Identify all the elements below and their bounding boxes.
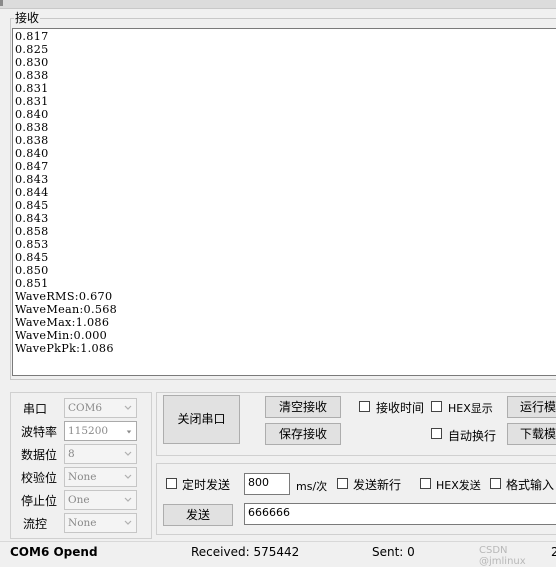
send-text-input[interactable]: 666666 xyxy=(244,503,556,525)
sent-count-status: Sent: 0 xyxy=(372,545,415,559)
send-newline-label: 发送新行 xyxy=(353,478,402,492)
data-bits-select[interactable]: 8 xyxy=(64,444,137,464)
receive-textarea[interactable]: 0.817 0.825 0.830 0.838 0.831 0.831 0.84… xyxy=(12,28,556,376)
auto-newline-label: 自动换行 xyxy=(448,429,497,443)
flow-control-select[interactable]: None xyxy=(64,513,137,533)
close-port-button[interactable]: 关闭串口 xyxy=(163,395,240,444)
hex-display-checkbox[interactable] xyxy=(431,401,442,412)
run-mode-button[interactable]: 运行模 xyxy=(507,396,556,418)
baud-select-value: 115200 xyxy=(68,425,109,437)
port-select[interactable]: COM6 xyxy=(64,398,137,418)
baud-select[interactable]: 115200 xyxy=(64,421,137,441)
port-state-status: COM6 Opend xyxy=(10,545,98,559)
hex-send-checkbox[interactable] xyxy=(420,478,431,489)
send-button[interactable]: 发送 xyxy=(163,504,233,526)
format-input-checkbox[interactable] xyxy=(490,478,501,489)
parity-select[interactable]: None xyxy=(64,467,137,487)
chevron-down-icon xyxy=(124,497,132,502)
clipped-status-char: 2 xyxy=(551,545,556,559)
baud-label: 波特率 xyxy=(21,425,58,439)
download-mode-button[interactable]: 下载模 xyxy=(507,423,556,445)
receive-time-label: 接收时间 xyxy=(376,401,425,415)
port-label: 串口 xyxy=(23,402,48,416)
data-bits-label: 数据位 xyxy=(21,448,58,462)
receive-group-label: 接收 xyxy=(14,9,41,26)
window-top-edge xyxy=(0,0,556,9)
parity-select-value: None xyxy=(68,471,97,483)
received-count-status: Received: 575442 xyxy=(191,545,300,559)
hex-send-label: HEX发送 xyxy=(436,479,481,492)
send-interval-input[interactable]: 800 xyxy=(244,473,290,495)
timed-send-checkbox[interactable] xyxy=(166,478,177,489)
stop-bits-label: 停止位 xyxy=(21,494,58,508)
stop-bits-select-value: One xyxy=(68,494,90,506)
receive-time-checkbox[interactable] xyxy=(359,401,370,412)
interval-unit-label: ms/次 xyxy=(296,480,328,493)
clear-receive-button[interactable]: 清空接收 xyxy=(265,396,341,418)
receive-text: 0.817 0.825 0.830 0.838 0.831 0.831 0.84… xyxy=(15,30,118,355)
auto-newline-checkbox[interactable] xyxy=(431,428,442,439)
chevron-down-icon xyxy=(124,474,132,479)
chevron-down-icon xyxy=(124,451,132,456)
save-receive-button[interactable]: 保存接收 xyxy=(265,423,341,445)
stop-bits-select[interactable]: One xyxy=(64,490,137,510)
format-input-label: 格式输入 xyxy=(506,478,555,492)
flow-control-label: 流控 xyxy=(23,517,48,531)
flow-control-select-value: None xyxy=(68,517,97,529)
window-edge-marker xyxy=(0,0,3,6)
timed-send-label: 定时发送 xyxy=(182,478,231,492)
send-newline-checkbox[interactable] xyxy=(337,478,348,489)
parity-label: 校验位 xyxy=(21,471,58,485)
data-bits-select-value: 8 xyxy=(68,448,75,460)
hex-display-label: HEX显示 xyxy=(448,402,493,415)
port-select-value: COM6 xyxy=(68,402,103,414)
chevron-down-icon xyxy=(124,520,132,525)
chevron-down-icon xyxy=(124,405,132,410)
dropdown-triangle-icon xyxy=(126,430,132,434)
watermark-text: CSDN @jmlinux xyxy=(479,545,526,567)
